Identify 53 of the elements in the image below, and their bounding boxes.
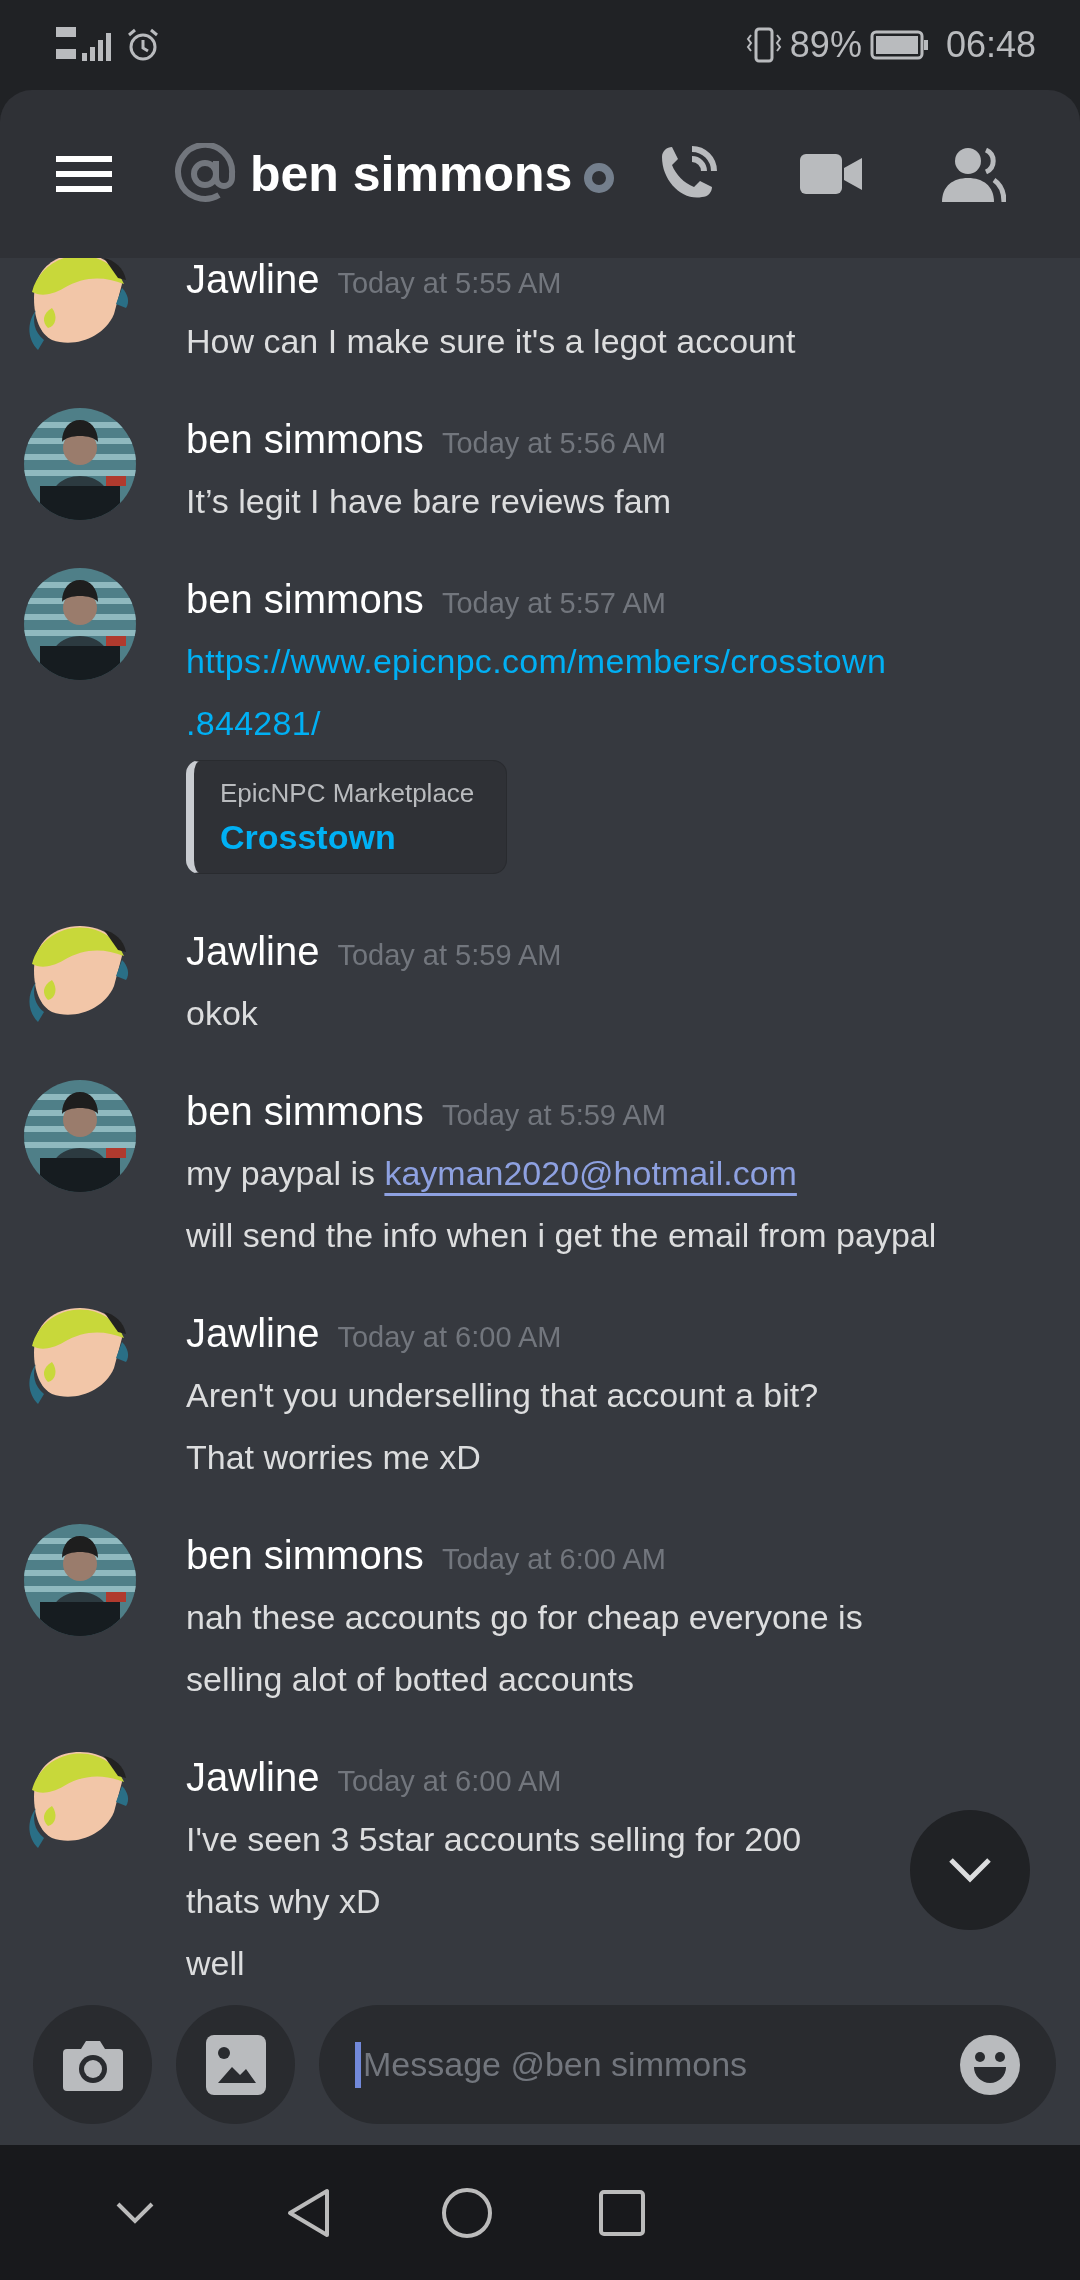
author-name[interactable]: Jawline [186,920,320,982]
timestamp: Today at 5:57 AM [441,586,666,621]
email-link[interactable]: kayman2020@hotmail.com [384,1154,797,1192]
url-link[interactable]: .844281/ [186,692,887,754]
clock-time: 06:48 [945,24,1036,66]
timestamp: Today at 6:00 AM [441,1542,666,1577]
emoji-icon[interactable] [960,2034,1020,2095]
menu-icon[interactable] [56,154,112,194]
embed-title-link[interactable]: Crosstown [220,813,475,861]
at-sign-icon [174,143,236,205]
video-camera-icon[interactable] [800,152,863,196]
message-text: It’s legit I have bare reviews fam [186,481,672,522]
message-text: nah these accounts go for cheap everyone is [186,1597,863,1638]
message-text: How can I make sure it's a legot account [186,321,796,362]
alarm-icon [126,28,160,62]
message-text: Aren't you underselling that account a bit? [186,1375,819,1416]
timestamp: Today at 5:59 AM [441,1098,666,1133]
message-text: well [186,1943,246,1984]
author-name[interactable]: Jawline [186,1746,320,1808]
chevron-down-icon[interactable] [115,2200,155,2225]
author-name[interactable]: ben simmons [186,568,424,630]
battery-percent: 89% [789,24,862,66]
camera-icon [62,2038,123,2091]
author-name[interactable]: Jawline [186,1302,320,1364]
author-name[interactable]: ben simmons [186,1080,424,1142]
battery-icon [869,30,930,60]
chevron-down-icon [948,1857,992,1883]
message-text: That worries me xD [186,1437,482,1478]
url-link[interactable]: https://www.epicnpc.com/members/crosstown [186,630,887,692]
vibrate-icon [745,27,782,63]
timestamp: Today at 6:00 AM [337,1764,562,1799]
embed-provider: EpicNPC Marketplace [220,777,475,810]
message-text: selling alot of botted accounts [186,1659,635,1700]
image-icon [205,2034,266,2095]
timestamp: Today at 5:56 AM [441,426,666,461]
message-field[interactable]: Message @ben simmons [319,2005,1056,2124]
timestamp: Today at 6:00 AM [337,1320,562,1355]
message-input[interactable]: Message @ben simmons [355,2041,960,2088]
home-icon[interactable] [441,2186,493,2239]
timestamp: Today at 5:55 AM [337,266,562,301]
members-icon[interactable] [942,146,1007,202]
timestamp: Today at 5:59 AM [337,938,562,973]
channel-title: ben simmons [250,145,573,203]
message-text: my paypal is kayman2020@hotmail.com [186,1153,798,1194]
message-text: will send the info when i get the email from paypal [186,1215,937,1256]
recent-apps-icon[interactable] [599,2189,645,2236]
message-text: I've seen 3 5star accounts selling for 200 [186,1819,802,1860]
author-name[interactable]: ben simmons [186,1524,424,1586]
author-name[interactable]: ben simmons [186,408,424,470]
message-text: thats why xD [186,1881,382,1922]
author-name[interactable]: Jawline [186,258,320,310]
message-text: okok [186,993,259,1034]
back-icon[interactable] [287,2187,331,2238]
